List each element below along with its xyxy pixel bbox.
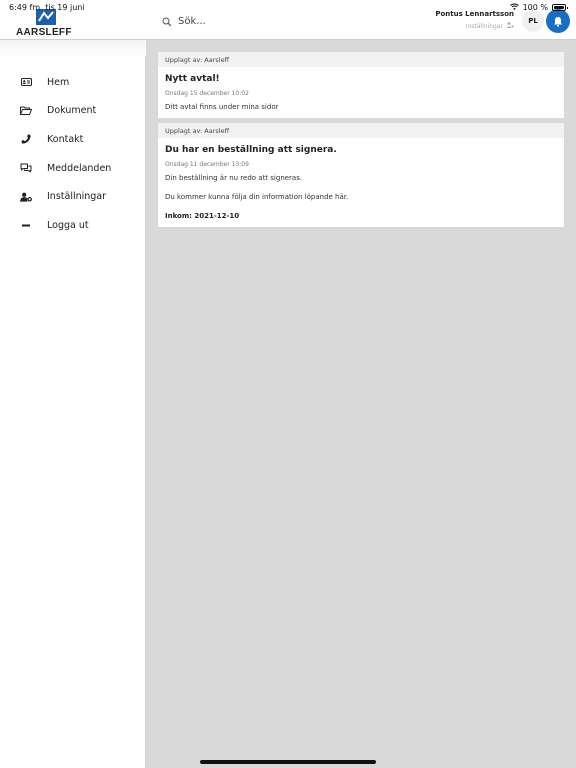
feed-card[interactable]: Upplagt av: Aarsleff Du har en beställni… — [158, 123, 564, 227]
chat-bubbles-icon — [20, 162, 32, 174]
card-date: Onsdag 15 december 10:02 — [165, 90, 249, 97]
card-body: Du har en beställning att signera. Onsda… — [158, 138, 564, 227]
card-received-date: Inkom: 2021-12-10 — [165, 212, 240, 220]
sidebar-item-hem[interactable]: Hem — [0, 68, 146, 97]
sidebar-item-logga-ut[interactable]: Logga ut — [0, 211, 146, 240]
card-text: Du kommer kunna följa din information lö… — [165, 193, 349, 201]
folder-open-icon — [20, 105, 32, 117]
user-gear-icon — [506, 22, 514, 30]
search-input[interactable] — [178, 16, 378, 27]
sidebar-nav: Hem Dokument Kontakt Meddelanden Inställ… — [0, 68, 146, 240]
card-date: Onsdag 11 december 13:09 — [165, 161, 249, 168]
battery-icon — [552, 4, 568, 11]
card-body: Nytt avtal! Onsdag 15 december 10:02 Dit… — [158, 67, 564, 118]
wifi-icon — [509, 3, 519, 12]
search-icon — [162, 12, 172, 31]
news-feed: Upplagt av: Aarsleff Nytt avtal! Onsdag … — [158, 52, 564, 232]
home-indicator[interactable] — [200, 760, 376, 764]
user-settings-link[interactable]: Inställningar — [435, 22, 514, 30]
card-text: Din beställning är nu redo att signeras. — [165, 174, 303, 182]
logo-text: AARSLEFF — [16, 27, 72, 38]
sidebar-item-label: Meddelanden — [47, 162, 112, 174]
card-title: Du har en beställning att signera. — [165, 145, 337, 155]
sidebar-item-label: Hem — [47, 76, 70, 88]
minus-icon — [20, 219, 32, 231]
sidebar-item-meddelanden[interactable]: Meddelanden — [0, 154, 146, 183]
sidebar-item-label: Inställningar — [47, 191, 107, 203]
sidebar-item-label: Dokument — [47, 105, 97, 117]
sidebar-item-kontakt[interactable]: Kontakt — [0, 125, 146, 154]
sidebar-item-label: Kontakt — [47, 133, 84, 145]
status-bar: 6:49 fm tis 19 juni 100 % — [0, 0, 576, 14]
status-right: 100 % — [509, 3, 568, 12]
sidebar-item-dokument[interactable]: Dokument — [0, 97, 146, 126]
id-card-icon — [20, 76, 32, 88]
bell-icon — [553, 12, 563, 31]
card-title: Nytt avtal! — [165, 74, 220, 84]
user-gear-icon — [20, 191, 32, 203]
card-text: Ditt avtal finns under mina sidor — [165, 103, 279, 111]
sidebar: Hem Dokument Kontakt Meddelanden Inställ… — [0, 40, 146, 768]
phone-icon — [20, 133, 32, 145]
sidebar-item-label: Logga ut — [47, 219, 89, 231]
card-posted-by: Upplagt av: Aarsleff — [158, 52, 564, 67]
feed-card[interactable]: Upplagt av: Aarsleff Nytt avtal! Onsdag … — [158, 52, 564, 118]
status-time: 6:49 fm tis 19 juni — [9, 3, 85, 12]
sidebar-item-installningar[interactable]: Inställningar — [0, 182, 146, 211]
battery-percent: 100 % — [522, 3, 548, 12]
user-settings-label: Inställningar — [465, 22, 503, 30]
sidebar-header-curve — [0, 40, 146, 56]
card-posted-by: Upplagt av: Aarsleff — [158, 123, 564, 138]
search-bar[interactable] — [162, 12, 378, 31]
